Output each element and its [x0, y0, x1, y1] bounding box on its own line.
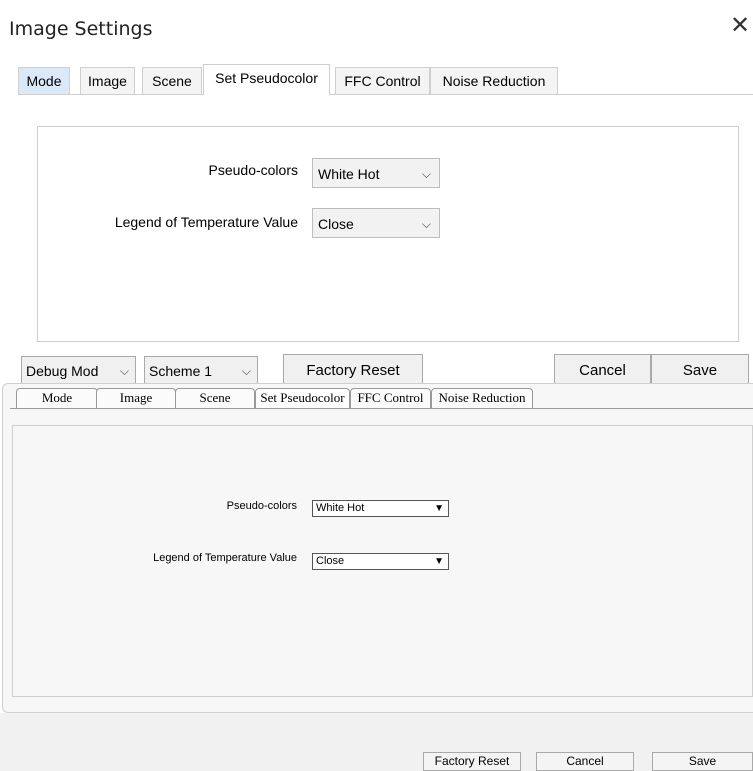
save-button[interactable]: Save [652, 752, 753, 771]
chevron-down-icon: ⌵ [241, 364, 251, 378]
cancel-button[interactable]: Cancel [536, 752, 634, 771]
legend-temperature-select[interactable]: Close ▼ [312, 553, 449, 570]
tab-scene[interactable]: Scene [142, 67, 202, 94]
tab-noise-reduction[interactable]: Noise Reduction [431, 388, 533, 408]
tab-underline [18, 94, 753, 95]
factory-reset-button[interactable]: Factory Reset [423, 752, 521, 771]
dialog-title: Image Settings [9, 18, 153, 40]
pseudo-colors-value: White Hot [318, 166, 380, 182]
legend-temperature-select[interactable]: Close ⌵ [312, 208, 440, 238]
tab-noise-reduction[interactable]: Noise Reduction [430, 67, 558, 94]
chevron-down-icon: ⌵ [421, 167, 431, 181]
footer-bar [0, 713, 753, 771]
tab-mode[interactable]: Mode [18, 67, 70, 94]
pseudo-colors-label: Pseudo-colors [226, 500, 297, 512]
pseudo-colors-select[interactable]: White Hot ⌵ [312, 158, 440, 188]
chevron-down-icon: ⌵ [421, 217, 431, 231]
tab-scene[interactable]: Scene [175, 388, 255, 408]
debug-mode-value: Debug Mod [26, 363, 99, 379]
close-icon[interactable]: ✕ [730, 14, 750, 38]
tab-mode[interactable]: Mode [16, 388, 98, 408]
scheme-value: Scheme 1 [149, 363, 213, 379]
pseudo-colors-label: Pseudo-colors [208, 162, 299, 178]
tab-ffc-control[interactable]: FFC Control [350, 388, 431, 408]
tab-bar: Mode Image Scene Set Pseudocolor FFC Con… [18, 64, 753, 95]
tab-set-pseudocolor[interactable]: Set Pseudocolor [203, 64, 330, 95]
pseudo-colors-value: White Hot [316, 502, 365, 514]
tab-image[interactable]: Image [96, 388, 176, 408]
pseudo-colors-select[interactable]: White Hot ▼ [312, 500, 449, 517]
tab-image[interactable]: Image [80, 67, 135, 94]
tab-ffc-control[interactable]: FFC Control [335, 67, 430, 94]
dropdown-arrow-icon: ▼ [434, 503, 444, 514]
tab-underline [10, 408, 753, 409]
chevron-down-icon: ⌵ [119, 364, 129, 378]
image-settings-dialog: Image Settings ✕ Mode Image Scene Set Ps… [0, 0, 753, 387]
dropdown-arrow-icon: ▼ [434, 556, 444, 567]
legend-temperature-value: Close [316, 555, 345, 567]
legend-temperature-value: Close [318, 216, 354, 232]
tab-set-pseudocolor[interactable]: Set Pseudocolor [255, 388, 350, 408]
legend-temperature-label: Legend of Temperature Value [114, 214, 298, 230]
legend-temperature-label: Legend of Temperature Value [153, 552, 297, 564]
classic-settings-view: Mode Image Scene Set Pseudocolor FFC Con… [0, 383, 753, 771]
